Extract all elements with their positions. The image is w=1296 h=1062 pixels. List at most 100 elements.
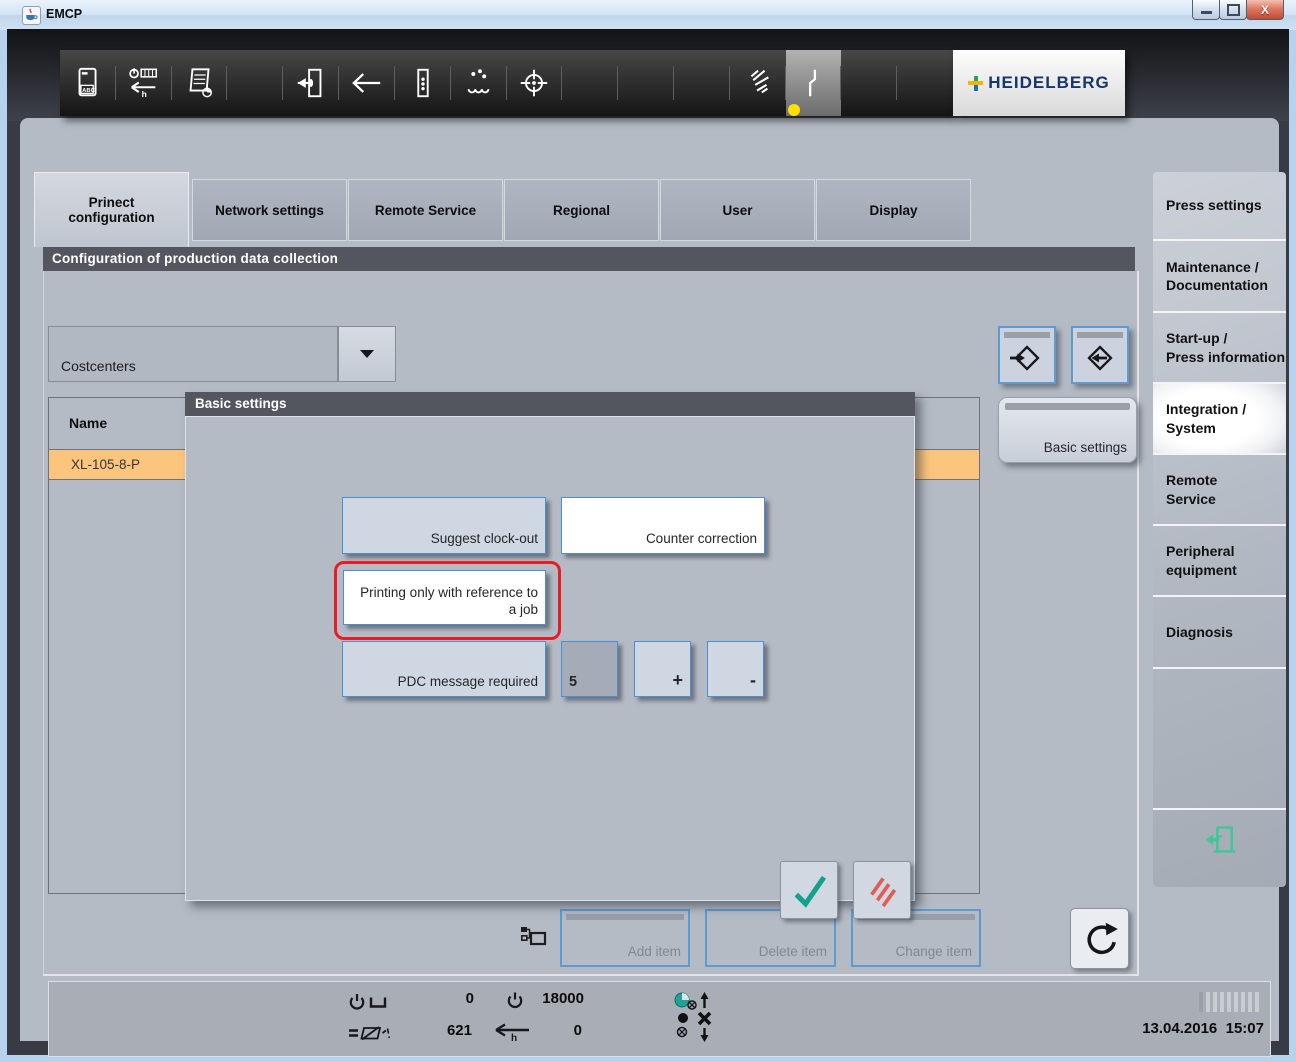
counter-value-3: 621 xyxy=(422,1022,472,1039)
press-state-icon-cluster xyxy=(672,990,718,1049)
washup-icon xyxy=(462,66,496,100)
datetime-display: 13.04.2016 15:07 xyxy=(1074,1020,1264,1037)
refresh-icon xyxy=(1079,918,1121,960)
import-button[interactable] xyxy=(998,326,1056,384)
arrow-left-button[interactable] xyxy=(339,50,395,116)
dialog-body: Suggest clock-out Counter correction Pri… xyxy=(185,416,915,901)
svg-text:h: h xyxy=(141,89,146,99)
confirm-button[interactable] xyxy=(780,861,838,919)
sidebar-navigation: Press settings Maintenance / Documentati… xyxy=(1153,172,1286,887)
basic-settings-button[interactable]: Basic settings xyxy=(998,397,1137,463)
tab-label: Remote Service xyxy=(375,203,476,218)
tab-network-settings[interactable]: Network settings xyxy=(192,179,347,241)
washup-button[interactable] xyxy=(451,50,507,116)
close-button[interactable]: X xyxy=(1246,0,1284,20)
svg-text:ABC: ABC xyxy=(82,88,95,94)
toolbar-empty-slot xyxy=(227,50,283,116)
counter-readout-icon: h xyxy=(127,66,161,100)
tab-label: Network settings xyxy=(215,203,324,218)
arrow-left-icon xyxy=(350,66,384,100)
add-item-button[interactable]: Add item xyxy=(560,909,690,967)
add-item-label: Add item xyxy=(628,944,681,959)
svg-text:h: h xyxy=(511,1033,517,1043)
tab-label: Display xyxy=(869,203,917,218)
arrow-h-icon: h xyxy=(494,1023,532,1048)
toolbar-empty-slot xyxy=(897,50,953,116)
increment-button[interactable]: + xyxy=(634,641,691,697)
printing-only-with-reference-button[interactable]: Printing only with reference to a job xyxy=(343,570,546,625)
toolbar-empty-slot xyxy=(674,50,730,116)
window-frame: Prinect configuration Network settings R… xyxy=(7,29,1289,1055)
maximize-icon xyxy=(1227,4,1240,16)
sidebar-item-label: Maintenance / Documentation xyxy=(1166,258,1268,294)
basic-settings-dialog: Basic settings Suggest clock-out Counter… xyxy=(185,392,915,901)
time-label: 15:07 xyxy=(1226,1020,1264,1037)
counter-correction-button[interactable]: Counter correction xyxy=(561,497,765,554)
sheet-report-icon xyxy=(183,66,217,100)
job-data-card-icon: ABC xyxy=(71,66,105,100)
costcenters-dropdown-button[interactable] xyxy=(338,326,396,382)
close-icon: X xyxy=(1261,3,1269,17)
service-impression-icon xyxy=(796,66,830,100)
chevron-down-icon xyxy=(360,350,374,358)
register-cross-button[interactable] xyxy=(507,50,563,116)
pdc-message-required-button[interactable]: PDC message required xyxy=(342,641,546,697)
counter-readout-button[interactable]: h xyxy=(116,50,172,116)
emcp-window: EMCP X Prinect configuration Network set… xyxy=(0,0,1296,1062)
sidebar-item-maintenance-documentation[interactable]: Maintenance / Documentation xyxy=(1153,241,1286,313)
speed-value: 18000 xyxy=(519,990,584,1007)
heidelberg-plus-mark-icon xyxy=(968,76,983,91)
section-header: Configuration of production data collect… xyxy=(43,247,1135,271)
export-button[interactable] xyxy=(1071,326,1129,384)
date-label: 13.04.2016 xyxy=(1142,1020,1217,1037)
cancel-slashes-icon xyxy=(859,867,905,913)
status-bar: 0 18000 621 h 0 xyxy=(48,981,1271,1057)
minimize-icon xyxy=(1201,11,1212,14)
cancel-button[interactable] xyxy=(853,861,911,919)
job-data-card-button[interactable]: ABC xyxy=(60,50,116,116)
tab-display[interactable]: Display xyxy=(816,179,971,241)
tab-label: Prinect configuration xyxy=(45,195,178,225)
heidelberg-logo-text: HEIDELBERG xyxy=(988,73,1109,93)
sidebar-item-press-settings[interactable]: Press settings xyxy=(1153,172,1286,241)
button-label: Suggest clock-out xyxy=(431,531,538,548)
tab-user[interactable]: User xyxy=(660,179,815,241)
button-label: Counter correction xyxy=(646,531,757,548)
sidebar-item-label: Integration / System xyxy=(1166,400,1246,436)
main-panel: Prinect configuration Network settings R… xyxy=(20,118,1279,1041)
java-app-icon xyxy=(22,6,41,25)
decrement-button[interactable]: - xyxy=(707,641,764,697)
refresh-button[interactable] xyxy=(1070,908,1129,969)
sidebar-item-peripheral-equipment[interactable]: Peripheral equipment xyxy=(1153,526,1286,597)
costcenters-field[interactable]: Costcenters xyxy=(48,326,338,382)
counter-value-4: 0 xyxy=(544,1022,582,1039)
service-impression-button[interactable] xyxy=(786,50,842,116)
powder-spray-icon xyxy=(741,66,775,100)
sidebar-item-diagnosis[interactable]: Diagnosis xyxy=(1153,597,1286,669)
sidebar-item-startup-press-information[interactable]: Start-up / Press information xyxy=(1153,313,1286,384)
sidebar-item-label: Peripheral equipment xyxy=(1166,542,1237,578)
sidebar-item-label: Diagnosis xyxy=(1166,623,1233,641)
tab-label: User xyxy=(722,203,752,218)
pdc-count-value[interactable]: 5 xyxy=(561,641,618,697)
delete-item-label: Delete item xyxy=(759,944,827,959)
costcenter-name: XL-105-8-P xyxy=(71,457,140,472)
exit-button[interactable] xyxy=(1153,810,1286,871)
tab-regional[interactable]: Regional xyxy=(504,179,659,241)
sheet-infeed-button[interactable] xyxy=(283,50,339,116)
sidebar-item-integration-system[interactable]: Integration / System xyxy=(1153,384,1286,455)
sheet-report-button[interactable] xyxy=(172,50,228,116)
sidebar-item-remote-service[interactable]: Remote Service xyxy=(1153,455,1286,526)
minimize-button[interactable] xyxy=(1192,0,1220,20)
suggest-clock-out-button[interactable]: Suggest clock-out xyxy=(342,497,546,554)
powder-spray-button[interactable] xyxy=(730,50,786,116)
title-bar: EMCP X xyxy=(0,0,1296,30)
tab-remote-service[interactable]: Remote Service xyxy=(348,179,503,241)
maximize-button[interactable] xyxy=(1219,0,1247,20)
toolbar-empty-slot xyxy=(618,50,674,116)
change-item-label: Change item xyxy=(895,944,972,959)
export-diamond-icon xyxy=(1082,340,1118,376)
sidebar-spacer xyxy=(1153,669,1286,810)
door-marks-button[interactable] xyxy=(395,50,451,116)
tab-prinect-configuration[interactable]: Prinect configuration xyxy=(34,172,189,247)
